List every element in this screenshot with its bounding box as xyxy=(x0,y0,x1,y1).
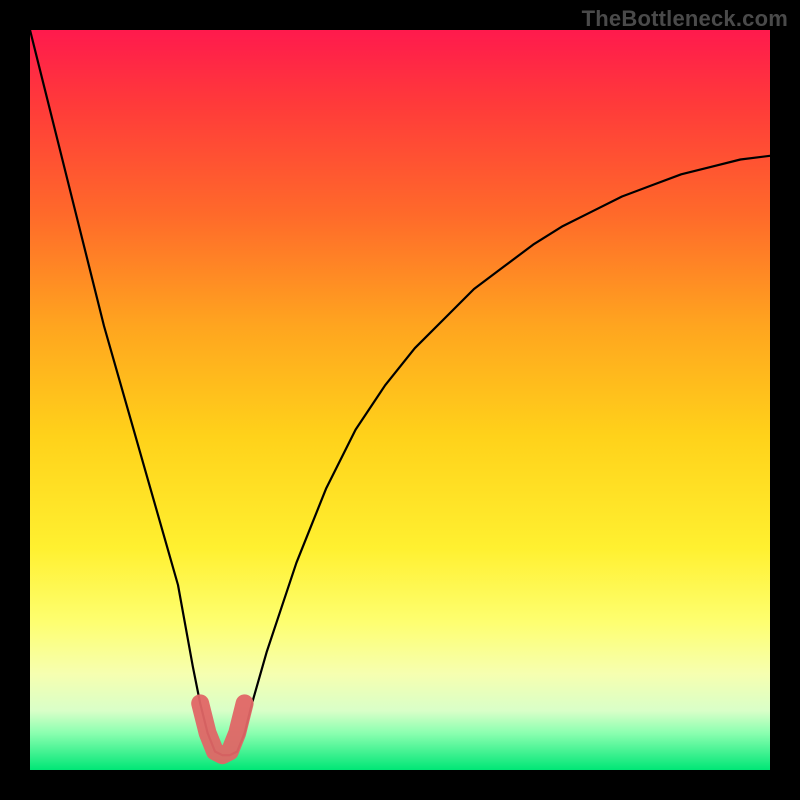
chart-frame: TheBottleneck.com xyxy=(0,0,800,800)
min-region-highlight xyxy=(200,703,244,755)
bottleneck-curve xyxy=(30,30,770,755)
watermark-text: TheBottleneck.com xyxy=(582,6,788,32)
plot-area xyxy=(30,30,770,770)
curve-layer xyxy=(30,30,770,770)
